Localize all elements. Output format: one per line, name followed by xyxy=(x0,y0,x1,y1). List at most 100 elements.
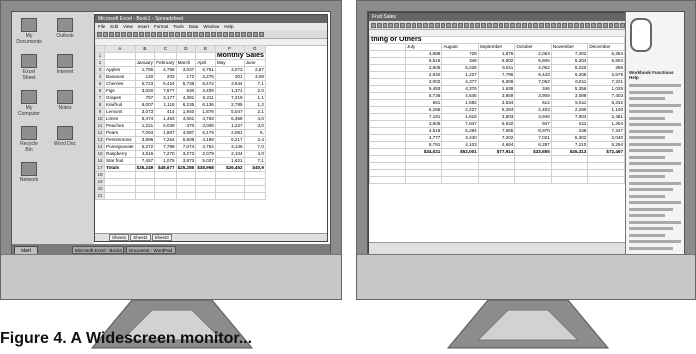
cell[interactable] xyxy=(104,52,136,60)
table-cell[interactable]: 5,272 xyxy=(134,143,156,151)
cell[interactable] xyxy=(369,92,406,100)
cell[interactable] xyxy=(175,185,197,193)
table-cell[interactable]: 7,347 xyxy=(587,127,625,135)
desktop-icon[interactable]: Recycle Bin xyxy=(16,126,42,153)
table-cell[interactable]: 5,474 xyxy=(134,115,156,123)
table-cell[interactable]: 6,781 xyxy=(404,141,443,149)
table-cell[interactable]: 301 xyxy=(214,73,245,81)
table-cell[interactable]: 3,644 xyxy=(214,80,245,88)
table-cell[interactable]: 1,1 xyxy=(243,94,266,102)
cell[interactable] xyxy=(550,162,589,170)
cell[interactable] xyxy=(369,176,406,184)
cell[interactable] xyxy=(404,176,443,184)
table-cell[interactable]: 1,025 xyxy=(587,85,625,93)
row-label[interactable]: Raspberry xyxy=(104,150,136,158)
menu-item[interactable]: View xyxy=(123,24,133,29)
table-cell[interactable]: 346 xyxy=(514,85,552,93)
sheet-tab[interactable]: Sheet1 xyxy=(109,234,130,241)
table-cell[interactable]: 2,104 xyxy=(214,150,245,158)
table-cell[interactable]: 7,877 xyxy=(154,87,177,95)
month-header[interactable]: June xyxy=(243,59,266,67)
cell[interactable] xyxy=(175,178,197,186)
table-cell[interactable]: 6,332 xyxy=(587,99,625,107)
cell[interactable] xyxy=(369,64,406,72)
table-cell[interactable]: 6,179 xyxy=(195,129,216,137)
table-cell[interactable]: 7,202 xyxy=(477,134,516,142)
menu-item[interactable]: File xyxy=(98,24,105,29)
row-header[interactable]: 13 xyxy=(95,136,105,144)
menu-item[interactable]: Data xyxy=(189,24,199,29)
toolbar-button-icon[interactable] xyxy=(539,22,544,28)
cell[interactable] xyxy=(404,155,443,163)
month-header[interactable]: July xyxy=(404,43,443,51)
table-cell[interactable]: 2,053 xyxy=(514,50,552,58)
window-title-bar-wide[interactable]: Fruit Sales xyxy=(369,13,625,21)
table-cell[interactable]: 6,384 xyxy=(587,50,625,58)
toolbar-button-icon[interactable] xyxy=(428,22,434,28)
row-label[interactable]: Bananas xyxy=(104,73,136,81)
sheet-tab[interactable]: Sheet2 xyxy=(130,234,151,241)
table-cell[interactable]: 6,039 xyxy=(154,122,177,130)
table-cell[interactable]: 7,264 xyxy=(154,136,177,144)
cell[interactable] xyxy=(243,185,266,193)
table-cell[interactable]: 4,516 xyxy=(134,150,156,158)
table-cell[interactable]: 7,004 xyxy=(134,129,156,137)
toolbar-button-icon[interactable] xyxy=(169,31,174,37)
cell[interactable] xyxy=(104,192,136,200)
cell[interactable] xyxy=(104,178,136,186)
row-header[interactable]: 6 xyxy=(95,87,105,95)
table-cell[interactable]: 6,516 xyxy=(404,57,443,65)
toolbar-button-icon[interactable] xyxy=(597,22,602,28)
table-cell[interactable]: 5,493 xyxy=(404,85,443,93)
toolbar-button-icon[interactable] xyxy=(217,31,222,37)
desktop-icon[interactable]: Word Doc xyxy=(52,126,78,147)
toolbar-button-icon[interactable] xyxy=(469,22,475,28)
row-label[interactable]: Pears xyxy=(104,129,136,137)
cell[interactable] xyxy=(587,162,625,170)
cell[interactable] xyxy=(514,162,552,170)
toolbar-button-icon[interactable] xyxy=(585,22,591,28)
cell[interactable] xyxy=(104,185,136,193)
taskbar-item-wordpad[interactable]: Document - WordPad xyxy=(126,246,176,254)
cell[interactable] xyxy=(154,178,177,186)
row-header[interactable]: 2 xyxy=(95,59,105,67)
toolbar-button-icon[interactable] xyxy=(527,22,533,28)
toolbar-button-icon[interactable] xyxy=(109,31,114,37)
toolbar-button-icon[interactable] xyxy=(376,22,382,28)
table-cell[interactable]: 2,785 xyxy=(214,101,245,109)
table-cell[interactable]: 3,273 xyxy=(175,150,197,158)
table-cell[interactable]: 2,227 xyxy=(441,106,479,114)
table-cell[interactable]: 1,227 xyxy=(214,122,245,130)
table-cell[interactable]: 6,804 xyxy=(587,57,625,65)
cell[interactable] xyxy=(134,178,156,186)
toolbar-button-icon[interactable] xyxy=(388,22,394,28)
cell[interactable] xyxy=(195,185,216,193)
table-cell[interactable]: 172 xyxy=(175,73,197,81)
toolbar-button-icon[interactable] xyxy=(145,31,150,37)
table-cell[interactable]: 1,786 xyxy=(134,66,156,74)
toolbar-button-icon[interactable] xyxy=(382,22,388,28)
toolbar-button-icon[interactable] xyxy=(229,31,234,37)
taskbar-item-excel[interactable]: Microsoft Excel - Book1 xyxy=(72,246,124,254)
toolbar-button-icon[interactable] xyxy=(127,31,132,37)
month-header[interactable]: May xyxy=(214,59,245,67)
toolbar-button-icon[interactable] xyxy=(133,31,138,37)
table-cell[interactable]: 4,0 xyxy=(243,115,266,123)
cell[interactable] xyxy=(404,162,443,170)
table-cell[interactable]: 5,220 xyxy=(550,64,589,72)
toolbar-button-icon[interactable] xyxy=(121,31,126,37)
cell[interactable] xyxy=(154,171,177,179)
table-cell[interactable]: 1,463 xyxy=(154,115,177,123)
row-header[interactable]: 15 xyxy=(95,150,105,158)
toolbar-button-icon[interactable] xyxy=(181,31,186,37)
table-cell[interactable]: 4,087 xyxy=(175,129,197,137)
toolbar-button-icon[interactable] xyxy=(614,22,620,28)
row-header[interactable]: 4 xyxy=(95,73,105,81)
total-cell[interactable]: $52,001 xyxy=(441,148,479,156)
cell[interactable] xyxy=(243,192,266,200)
table-cell[interactable]: 3,440 xyxy=(441,134,479,142)
row-header[interactable]: 20 xyxy=(95,185,105,193)
table-cell[interactable]: 7,799 xyxy=(154,143,177,151)
table-cell[interactable]: 5,027 xyxy=(195,157,216,165)
cell[interactable] xyxy=(369,113,406,121)
